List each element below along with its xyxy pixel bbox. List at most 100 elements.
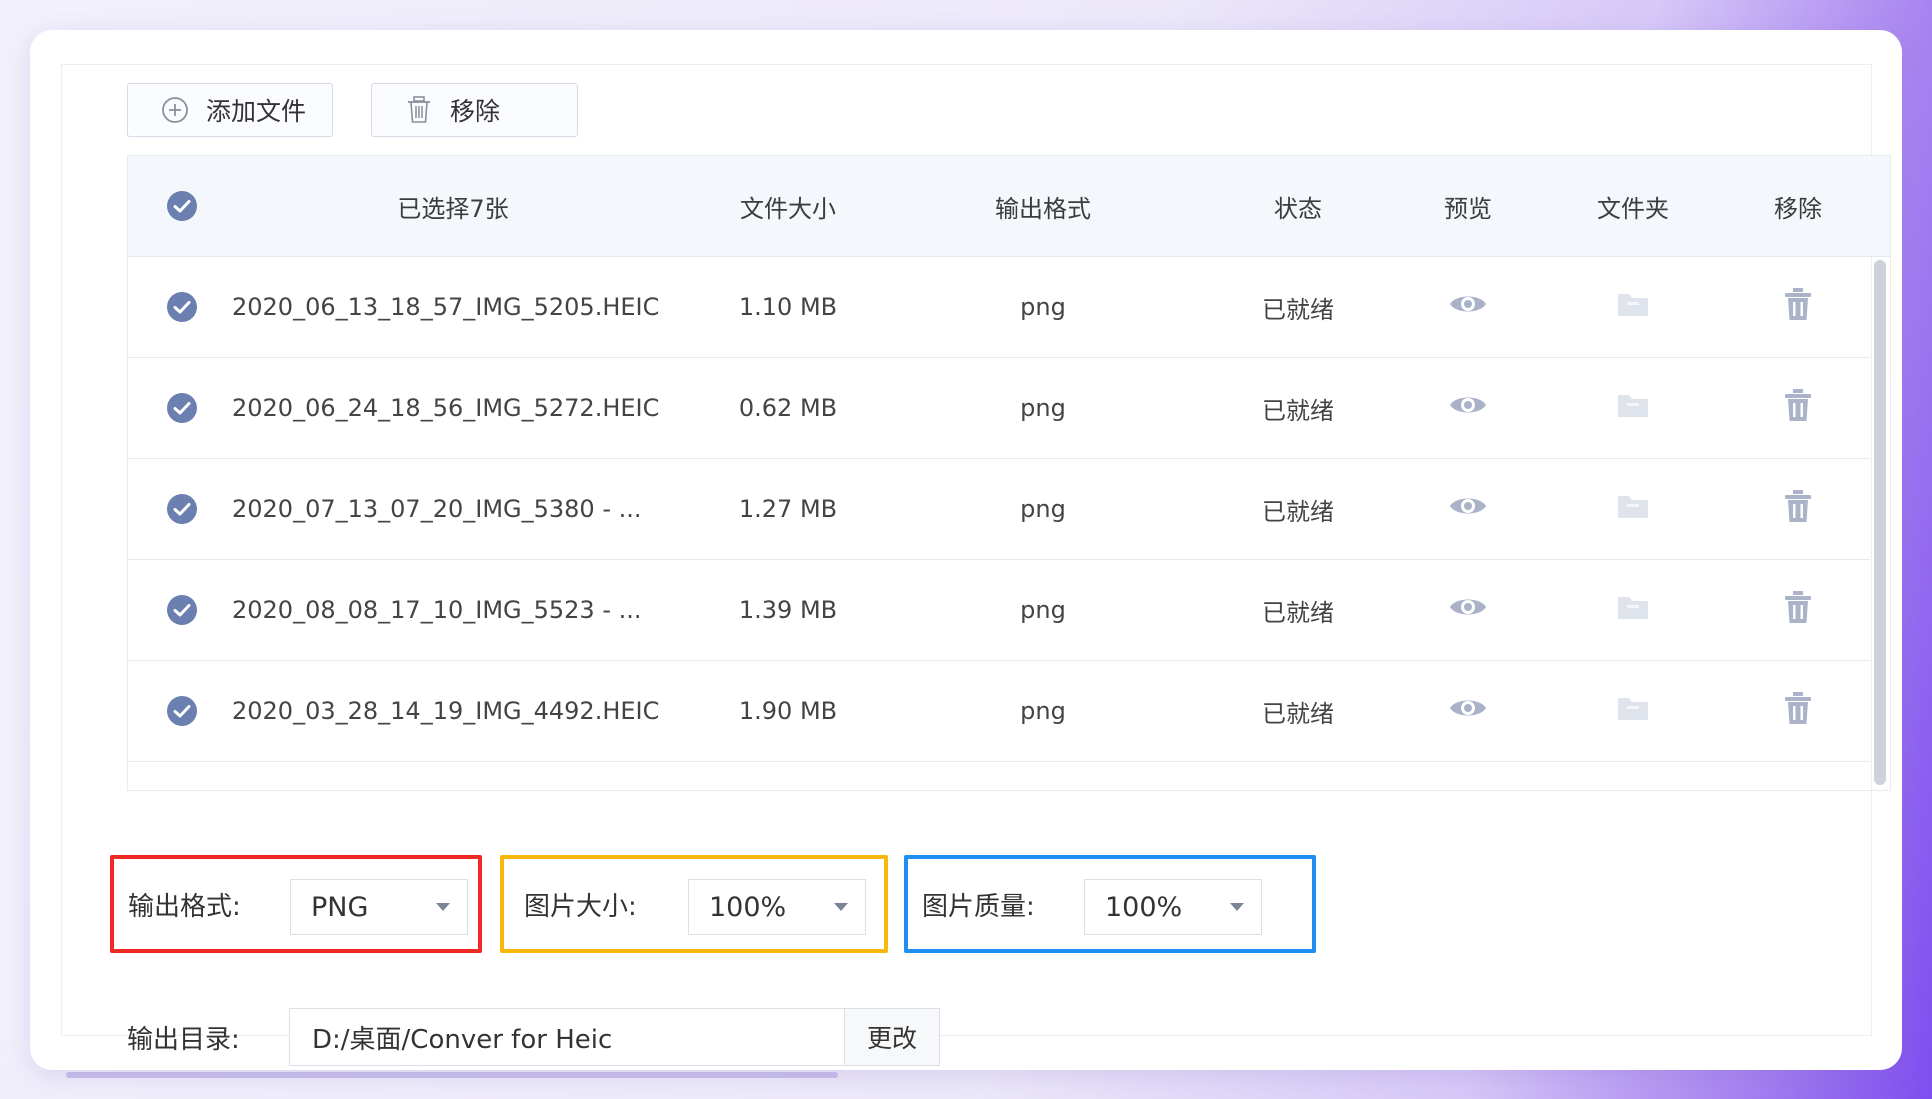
output-format-select[interactable]: PNG	[290, 879, 468, 935]
file-format: png	[1020, 394, 1066, 422]
eye-icon	[1448, 391, 1488, 425]
row-checkbox[interactable]	[150, 560, 214, 660]
row-checkbox[interactable]	[150, 257, 214, 357]
app-window: 添加文件 移除 已选择7张 文件大小 输出格式 状态 预览 文件夹 移除 202…	[30, 30, 1902, 1070]
output-format-label: 输出格式:	[128, 891, 241, 922]
file-format: png	[1020, 293, 1066, 321]
caret-down-icon	[817, 902, 865, 912]
table-scrollbar[interactable]	[1874, 260, 1886, 785]
caret-down-icon	[419, 902, 467, 912]
delete-row-button[interactable]	[1728, 560, 1868, 660]
file-size: 1.90 MB	[738, 697, 838, 725]
preview-button[interactable]	[1398, 459, 1538, 559]
folder-icon	[1616, 694, 1650, 728]
image-quality-select[interactable]: 100%	[1084, 879, 1262, 935]
check-circle-icon	[166, 695, 198, 727]
folder-icon	[1616, 492, 1650, 526]
eye-icon	[1448, 694, 1488, 728]
file-size: 0.62 MB	[738, 394, 838, 422]
image-size-value: 100%	[709, 891, 787, 923]
table-header: 已选择7张 文件大小 输出格式 状态 预览 文件夹 移除	[128, 156, 1890, 257]
preview-button[interactable]	[1398, 358, 1538, 458]
eye-icon	[1448, 290, 1488, 324]
file-name: 2020_06_13_18_57_IMG_5205.HEIC	[232, 293, 660, 321]
header-remove: 移除	[1774, 194, 1822, 223]
remove-button[interactable]: 移除	[371, 83, 578, 137]
file-name: 2020_03_28_14_19_IMG_4492.HEIC	[232, 697, 660, 725]
table-row: 2020_08_08_17_10_IMG_5523 - ... 1.39 MB …	[128, 560, 1870, 661]
trash-icon	[404, 95, 434, 125]
table-row: 2020_06_13_18_57_IMG_5205.HEIC 1.10 MB p…	[128, 257, 1870, 358]
check-circle-icon	[166, 190, 198, 222]
eye-icon	[1448, 593, 1488, 627]
preview-button[interactable]	[1398, 257, 1538, 357]
output-dir-field[interactable]: D:/桌面/Conver for Heic	[289, 1008, 845, 1066]
header-folder: 文件夹	[1597, 194, 1669, 223]
table-body: 2020_06_13_18_57_IMG_5205.HEIC 1.10 MB p…	[128, 257, 1870, 762]
file-format: png	[1020, 596, 1066, 624]
table-row: 2020_03_28_14_19_IMG_4492.HEIC 1.90 MB p…	[128, 661, 1870, 762]
table-row: 2020_06_24_18_56_IMG_5272.HEIC 0.62 MB p…	[128, 358, 1870, 459]
change-dir-button[interactable]: 更改	[844, 1008, 940, 1066]
output-dir-label: 输出目录:	[127, 1024, 240, 1055]
delete-row-button[interactable]	[1728, 358, 1868, 458]
header-output-format: 输出格式	[995, 194, 1091, 223]
table-row: 2020_07_13_07_20_IMG_5380 - ... 1.27 MB …	[128, 459, 1870, 560]
row-checkbox[interactable]	[150, 661, 214, 761]
open-folder-button[interactable]	[1563, 560, 1703, 660]
image-size-label: 图片大小:	[524, 891, 637, 922]
row-checkbox[interactable]	[150, 358, 214, 458]
file-size: 1.27 MB	[738, 495, 838, 523]
header-status: 状态	[1274, 194, 1322, 223]
file-format: png	[1020, 495, 1066, 523]
check-circle-icon	[166, 594, 198, 626]
output-format-group: 输出格式: PNG	[110, 855, 482, 953]
image-size-select[interactable]: 100%	[688, 879, 866, 935]
open-folder-button[interactable]	[1563, 661, 1703, 761]
file-name: 2020_07_13_07_20_IMG_5380 - ...	[232, 495, 642, 523]
folder-icon	[1616, 593, 1650, 627]
header-selected-count: 已选择7张	[397, 194, 509, 223]
output-format-value: PNG	[311, 891, 369, 923]
delete-row-button[interactable]	[1728, 459, 1868, 559]
check-circle-icon	[166, 493, 198, 525]
row-checkbox[interactable]	[150, 459, 214, 559]
open-folder-button[interactable]	[1563, 257, 1703, 357]
folder-icon	[1616, 290, 1650, 324]
add-file-button[interactable]: 添加文件	[127, 83, 333, 137]
trash-icon	[1783, 590, 1813, 630]
file-name: 2020_08_08_17_10_IMG_5523 - ...	[232, 596, 642, 624]
file-status: 已就绪	[1262, 598, 1334, 627]
trash-icon	[1783, 691, 1813, 731]
file-size: 1.10 MB	[738, 293, 838, 321]
folder-icon	[1616, 391, 1650, 425]
delete-row-button[interactable]	[1728, 661, 1868, 761]
check-circle-icon	[166, 392, 198, 424]
select-all-checkbox[interactable]	[150, 156, 214, 256]
open-folder-button[interactable]	[1563, 358, 1703, 458]
image-size-group: 图片大小: 100%	[500, 855, 888, 953]
bottom-shadow-strip	[66, 1072, 838, 1078]
add-file-label: 添加文件	[206, 97, 307, 126]
file-status: 已就绪	[1262, 295, 1334, 324]
open-folder-button[interactable]	[1563, 459, 1703, 559]
remove-label: 移除	[450, 97, 501, 126]
caret-down-icon	[1213, 902, 1261, 912]
trash-icon	[1783, 489, 1813, 529]
file-status: 已就绪	[1262, 497, 1334, 526]
file-status: 已就绪	[1262, 699, 1334, 728]
content-panel: 添加文件 移除 已选择7张 文件大小 输出格式 状态 预览 文件夹 移除 202…	[61, 64, 1891, 1066]
trash-icon	[1783, 287, 1813, 327]
image-quality-group: 图片质量: 100%	[904, 855, 1316, 953]
preview-button[interactable]	[1398, 560, 1538, 660]
preview-button[interactable]	[1398, 661, 1538, 761]
header-file-size: 文件大小	[740, 194, 836, 223]
delete-row-button[interactable]	[1728, 257, 1868, 357]
file-format: png	[1020, 697, 1066, 725]
file-status: 已就绪	[1262, 396, 1334, 425]
image-quality-value: 100%	[1105, 891, 1183, 923]
eye-icon	[1448, 492, 1488, 526]
header-preview: 预览	[1444, 194, 1492, 223]
image-quality-label: 图片质量:	[922, 891, 1035, 922]
file-name: 2020_06_24_18_56_IMG_5272.HEIC	[232, 394, 660, 422]
